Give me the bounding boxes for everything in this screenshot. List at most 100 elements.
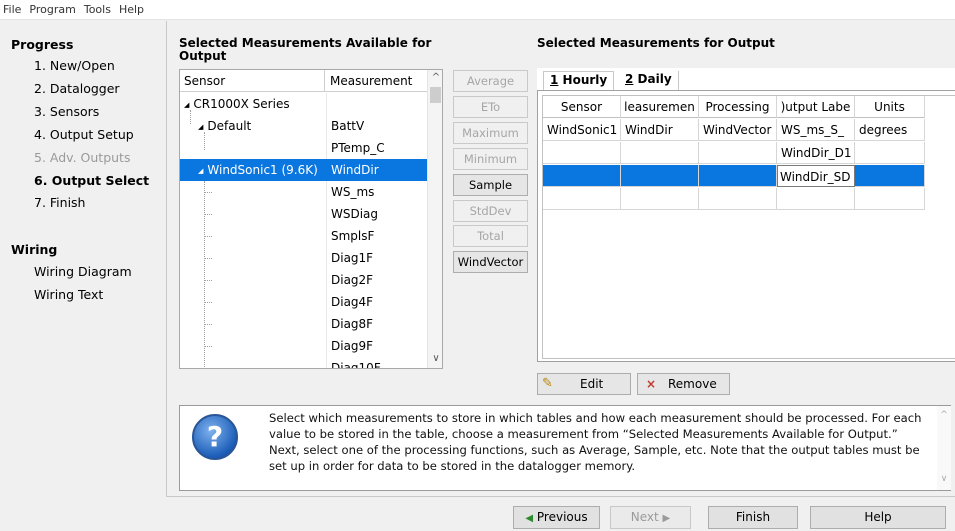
next-button[interactable]: Next ▶ [610, 506, 691, 529]
output-cell[interactable] [621, 188, 699, 210]
scroll-thumb[interactable] [430, 87, 441, 103]
tree-row[interactable]: PTemp_C [180, 137, 427, 159]
output-cell[interactable] [855, 188, 925, 210]
function-button[interactable]: Minimum [453, 147, 528, 170]
tree-row[interactable]: Diag9F [180, 335, 427, 357]
progress-step[interactable]: 3. Sensors [34, 104, 99, 119]
output-cell[interactable]: WindDir_D1 [777, 142, 855, 164]
help-scroll-up-icon[interactable]: ^ [937, 410, 951, 420]
tree-measurement-cell: Diag4F [326, 291, 427, 313]
tree-sensor-cell: ◢ CR1000X Series [184, 97, 290, 111]
menu-tools[interactable]: Tools [80, 0, 115, 16]
tree-row[interactable]: WS_ms [180, 181, 427, 203]
output-cell[interactable]: WindDir [621, 119, 699, 141]
help-button[interactable]: Help [810, 506, 946, 529]
edit-button[interactable]: ✎ Edit [537, 373, 631, 395]
output-cell[interactable]: degrees [855, 119, 925, 141]
tree-sensor-cell [180, 291, 325, 313]
help-box: ? Select which measurements to store in … [179, 405, 951, 491]
output-cell[interactable] [699, 142, 777, 164]
menu-program[interactable]: Program [25, 0, 79, 16]
tab-daily[interactable]: 2 Daily [619, 71, 679, 90]
function-button[interactable]: ETo [453, 95, 528, 118]
progress-step[interactable]: 7. Finish [34, 195, 85, 210]
tree-guide [204, 181, 205, 368]
tree-row[interactable]: WSDiag [180, 203, 427, 225]
tree-row[interactable]: ◢ Default BattV [180, 115, 427, 137]
output-cell[interactable] [543, 142, 621, 164]
output-cell[interactable] [699, 188, 777, 210]
tree-sensor-cell [180, 313, 325, 335]
progress-step[interactable]: 2. Datalogger [34, 81, 120, 96]
help-scroll-down-icon[interactable]: ∨ [937, 474, 951, 484]
tree-measurement-cell: WindDir [326, 159, 427, 181]
output-cell[interactable]: WS_ms_S_ [777, 119, 855, 141]
tab-hourly[interactable]: 1 Hourly [543, 71, 615, 90]
function-button[interactable]: Maximum [453, 121, 528, 144]
output-cell[interactable] [699, 165, 777, 187]
tree-header: Sensor Measurement [180, 70, 427, 92]
progress-step[interactable]: 6. Output Select [34, 173, 149, 188]
output-cell[interactable] [777, 188, 855, 210]
tree-row[interactable]: SmplsF [180, 225, 427, 247]
expand-triangle-icon[interactable]: ◢ [198, 123, 203, 131]
tree-guide-tick [204, 280, 212, 281]
tree-guide-tick [204, 324, 212, 325]
tree-row[interactable]: Diag8F [180, 313, 427, 335]
output-column-header[interactable]: leasuremen [621, 96, 699, 118]
tree-sensor-cell [180, 335, 325, 357]
tree-sensor-cell [180, 247, 325, 269]
finish-button[interactable]: Finish [708, 506, 798, 529]
tree-guide-tick [204, 214, 212, 215]
remove-button[interactable]: × Remove [637, 373, 730, 395]
col-measurement-header[interactable]: Measurement [326, 70, 427, 92]
output-cell[interactable] [621, 165, 699, 187]
expand-triangle-icon[interactable]: ◢ [198, 167, 203, 175]
output-column-header[interactable]: Units [855, 96, 925, 118]
output-cell[interactable] [621, 142, 699, 164]
help-scrollbar[interactable]: ^ ∨ [937, 406, 951, 490]
function-button[interactable]: StdDev [453, 199, 528, 222]
function-button[interactable]: WindVector [453, 251, 528, 274]
output-column-header[interactable]: Sensor [543, 96, 621, 118]
output-cell[interactable] [543, 165, 621, 187]
tree-row[interactable]: Diag1F [180, 247, 427, 269]
tree-measurement-cell: Diag1F [326, 247, 427, 269]
tree-row[interactable]: Diag2F [180, 269, 427, 291]
tree-scrollbar[interactable]: ^ ∨ [427, 70, 442, 368]
available-measurements-tree[interactable]: Sensor Measurement ◢ CR1000X Series ◢ Defau… [179, 69, 443, 369]
available-header: Selected Measurements Available for Outp… [179, 36, 432, 63]
wiring-diagram-link[interactable]: Wiring Diagram [34, 264, 132, 279]
output-label-edit-field[interactable]: WindDir_SD [777, 165, 855, 187]
wiring-text-link[interactable]: Wiring Text [34, 287, 103, 302]
menu-file[interactable]: File [0, 0, 25, 16]
scroll-up-icon[interactable]: ^ [428, 70, 442, 86]
tree-guide-tick [204, 192, 212, 193]
output-column-header[interactable]: )utput Labe [777, 96, 855, 118]
progress-step[interactable]: 1. New/Open [34, 58, 115, 73]
function-button[interactable]: Average [453, 70, 528, 92]
output-cell[interactable]: WindVector [699, 119, 777, 141]
output-cell[interactable] [855, 165, 925, 187]
tree-row[interactable]: ◢ WindSonic1 (9.6K) WindDir [180, 159, 427, 181]
tree-guide-tick [204, 302, 212, 303]
output-grid[interactable]: Sensor leasuremen Processing)utput Labe Uni… [542, 95, 955, 359]
menu-help[interactable]: Help [115, 0, 148, 16]
tree-row[interactable]: Diag4F [180, 291, 427, 313]
previous-button[interactable]: ◀ Previous [513, 506, 600, 529]
tree-row[interactable]: ◢ CR1000X Series [180, 93, 427, 115]
expand-triangle-icon[interactable]: ◢ [184, 101, 189, 109]
output-column-header[interactable]: Processing [699, 96, 777, 118]
progress-step[interactable]: 4. Output Setup [34, 127, 134, 142]
scroll-down-icon[interactable]: ∨ [428, 351, 442, 367]
function-button[interactable]: Total [453, 225, 528, 248]
col-sensor-header[interactable]: Sensor [180, 70, 325, 92]
output-cell[interactable] [855, 142, 925, 164]
remove-icon: × [646, 377, 657, 391]
output-cell[interactable] [543, 188, 621, 210]
function-button[interactable]: Sample [453, 173, 528, 196]
tree-row[interactable]: Diag10F [180, 357, 427, 368]
output-cell[interactable]: WindSonic1 [543, 119, 621, 141]
tree-measurement-cell: WSDiag [326, 203, 427, 225]
progress-step[interactable]: 5. Adv. Outputs [34, 150, 130, 165]
